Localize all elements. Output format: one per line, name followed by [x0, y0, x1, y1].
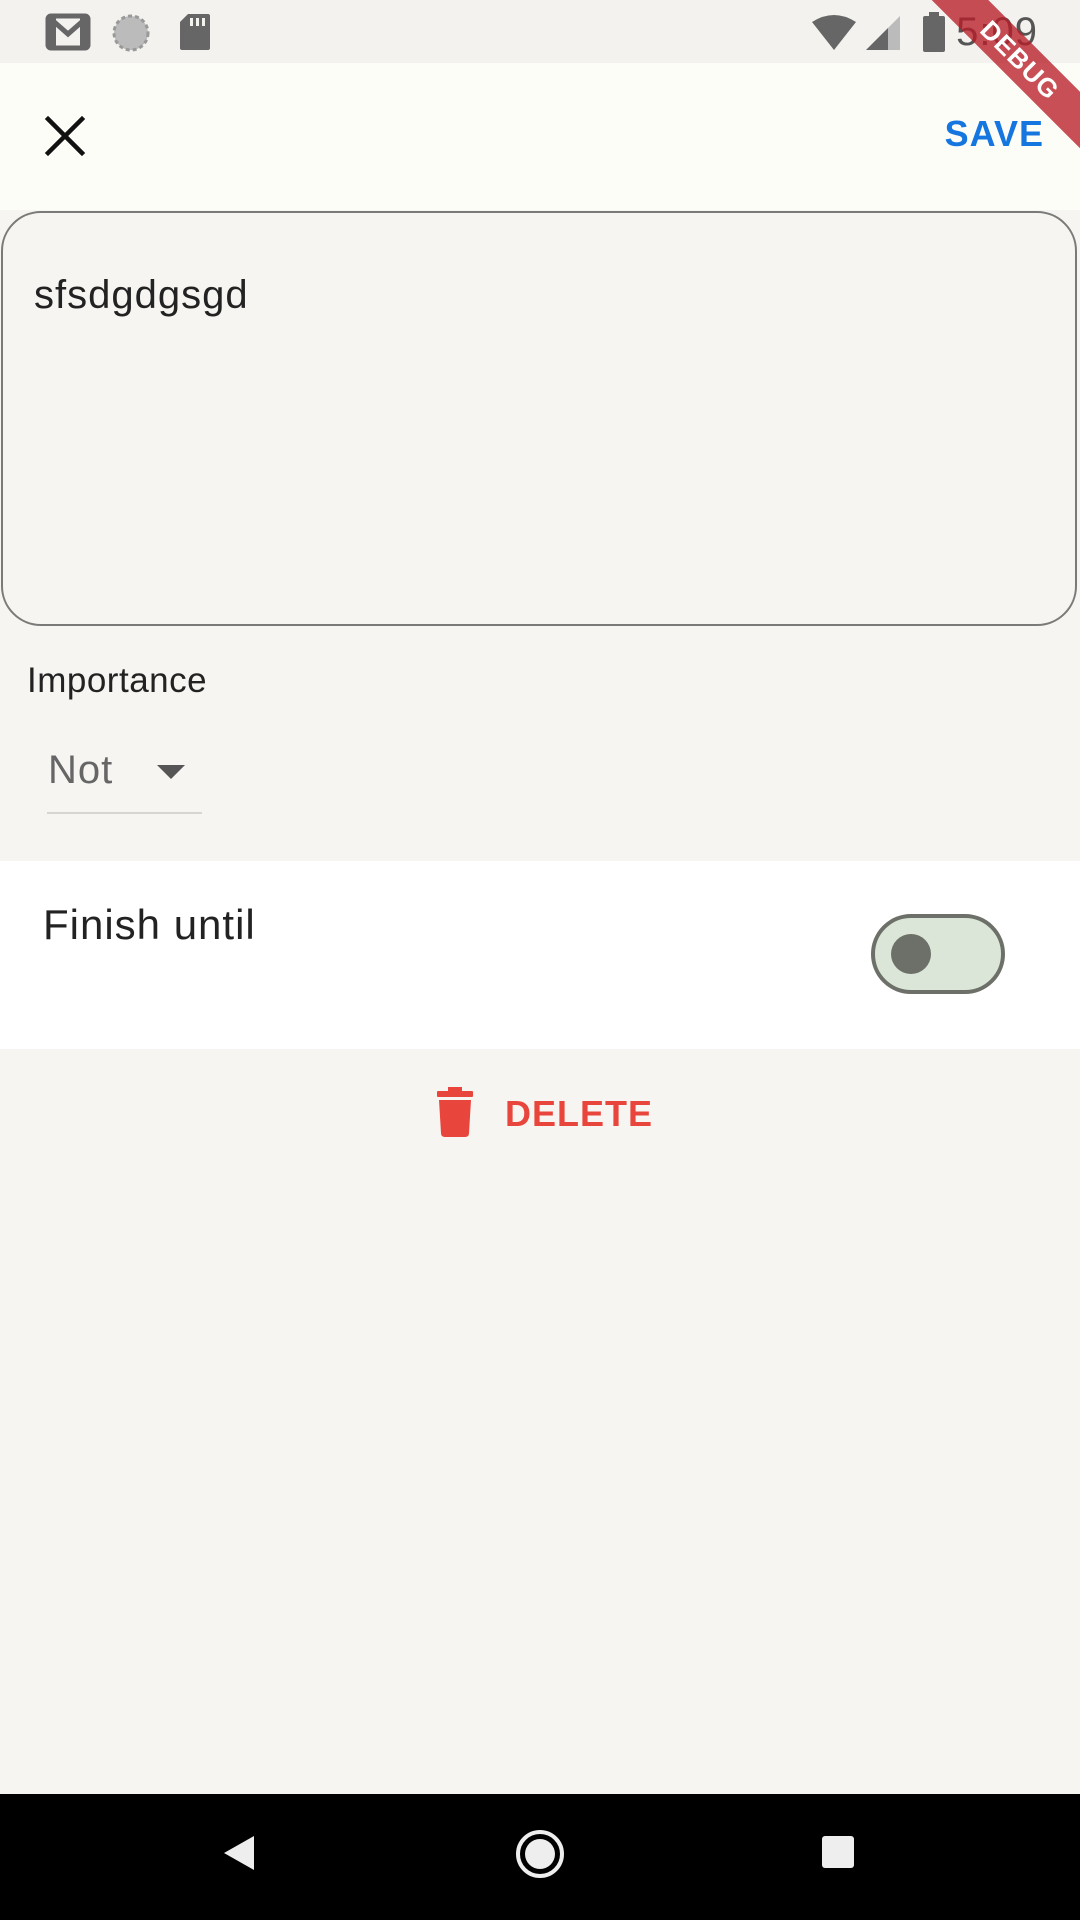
task-text-field[interactable]: sfsdgdgsgd [1, 211, 1077, 626]
importance-selected-value: Not [48, 748, 114, 792]
finish-until-label: Finish until [43, 901, 256, 948]
delete-button[interactable]: DELETE [435, 1084, 653, 1144]
battery-icon [922, 12, 946, 57]
gmail-icon [44, 12, 92, 57]
importance-dropdown[interactable]: Not [47, 740, 202, 814]
finish-until-toggle[interactable] [871, 914, 1005, 994]
recents-icon[interactable] [821, 1835, 855, 1874]
back-icon[interactable] [222, 1834, 256, 1877]
save-button[interactable]: SAVE [945, 113, 1044, 155]
importance-label: Importance [27, 661, 208, 700]
sync-circle-icon [110, 12, 152, 59]
delete-label: DELETE [505, 1093, 654, 1134]
navigation-bar [0, 1794, 1080, 1920]
status-bar: 5:09 [0, 0, 1080, 63]
app-bar: SAVE [0, 63, 1080, 210]
trash-icon [435, 1086, 475, 1142]
close-button[interactable] [30, 103, 100, 173]
sd-card-icon [178, 12, 212, 57]
screen: 5:09 DEBUG SAVE sfsdgdgsgd Importance No… [0, 0, 1080, 1920]
home-icon[interactable] [515, 1829, 565, 1884]
toggle-knob [891, 934, 931, 974]
cellular-signal-icon [864, 14, 902, 57]
finish-until-row: Finish until [0, 861, 1080, 1049]
close-icon [44, 115, 86, 162]
wifi-icon [810, 14, 858, 57]
dropdown-arrow-icon [157, 765, 185, 786]
task-text-value: sfsdgdgsgd [34, 273, 249, 317]
